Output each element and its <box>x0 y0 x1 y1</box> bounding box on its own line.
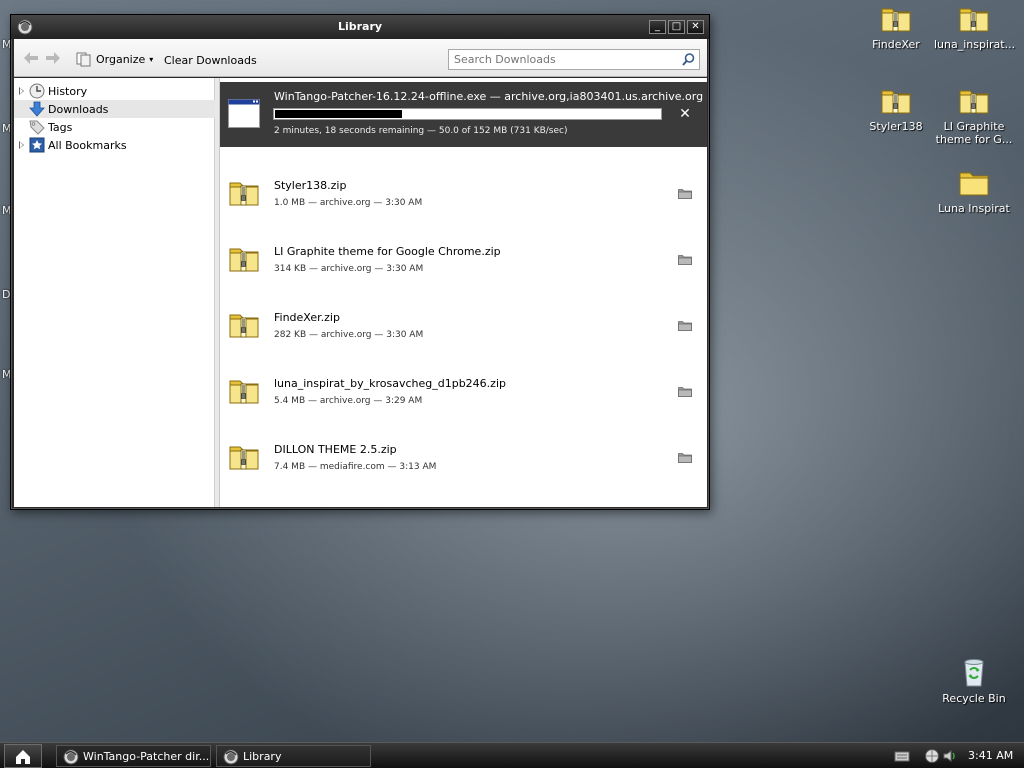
download-row[interactable]: FindeXer.zip 282 KB — archive.org — 3:30… <box>220 293 707 359</box>
download-row[interactable]: luna_inspirat_by_krosavcheg_d1pb246.zip … <box>220 359 707 425</box>
download-filename: Styler138.zip <box>274 179 347 192</box>
download-meta: 282 KB — archive.org — 3:30 AM <box>274 330 424 340</box>
cancel-download-button[interactable]: ✕ <box>678 107 692 121</box>
taskbar-button-library[interactable]: Library <box>216 745 371 767</box>
zip-folder-icon <box>958 84 990 116</box>
zip-folder-icon <box>228 176 260 208</box>
desktop-icon-label: Luna Inspirat <box>938 202 1010 215</box>
desktop-icon-label: FindeXer <box>872 38 920 51</box>
desktop-icon-label: LI Graphite theme for G... <box>935 120 1013 146</box>
zip-folder-icon <box>228 440 260 472</box>
download-meta: 5.4 MB — archive.org — 3:29 AM <box>274 396 423 406</box>
search-icon[interactable] <box>682 53 695 66</box>
expand-twisty-icon[interactable] <box>19 87 24 95</box>
download-filename: luna_inspirat_by_krosavcheg_d1pb246.zip <box>274 377 506 390</box>
desktop-icon-luna-inspirat-zip[interactable]: luna_inspirat... <box>934 2 1016 51</box>
sidebar-item-label: Downloads <box>48 103 109 116</box>
download-row[interactable]: DILLON THEME 2.5.zip 7.4 MB — mediafire.… <box>220 425 707 491</box>
minimize-button[interactable]: _ <box>649 20 666 34</box>
search-input[interactable] <box>449 50 675 69</box>
sidebar-item-downloads[interactable]: Downloads <box>14 100 215 118</box>
sidebar-item-history[interactable]: History <box>14 82 215 100</box>
download-status: 2 minutes, 18 seconds remaining — 50.0 o… <box>274 126 568 136</box>
open-folder-icon[interactable] <box>678 320 692 331</box>
active-download-row[interactable]: WinTango-Patcher-16.12.24-offline.exe — … <box>220 82 707 147</box>
taskbar-clock: 3:41 AM <box>968 749 1014 762</box>
desktop-icon-label: Styler138 <box>869 120 923 133</box>
sidebar-item-tags[interactable]: Tags <box>14 118 215 136</box>
progress-fill <box>275 110 402 118</box>
sidebar-item-label: History <box>48 85 88 98</box>
download-filename: FindeXer.zip <box>274 311 340 324</box>
desktop-icon-li-graphite[interactable]: LI Graphite theme for G... <box>934 84 1014 146</box>
taskbar-button-label: Library <box>243 750 282 763</box>
expand-twisty-icon[interactable] <box>19 141 24 149</box>
download-meta: 7.4 MB — mediafire.com — 3:13 AM <box>274 462 437 472</box>
download-row[interactable]: Styler138.zip 1.0 MB — archive.org — 3:3… <box>220 161 707 227</box>
open-folder-icon[interactable] <box>678 386 692 397</box>
folder-icon <box>958 166 990 198</box>
close-button[interactable]: ✕ <box>687 20 704 34</box>
taskbar-button-label: WinTango-Patcher dir... <box>83 750 210 763</box>
download-progress-bar <box>273 108 662 120</box>
bookmark-star-icon <box>29 137 45 153</box>
zip-folder-icon <box>880 84 912 116</box>
zip-folder-icon <box>228 308 260 340</box>
library-toolbar: Organize ▾ Clear Downloads <box>14 39 707 77</box>
maximize-button[interactable]: □ <box>668 20 685 34</box>
desktop-icon-luna-inspirat-folder[interactable]: Luna Inspirat <box>934 166 1014 215</box>
tag-icon <box>29 120 45 135</box>
download-row[interactable]: LI Graphite theme for Google Chrome.zip … <box>220 227 707 293</box>
executable-icon <box>228 99 260 128</box>
firefox-icon <box>63 749 79 765</box>
organize-label: Organize <box>96 52 146 66</box>
organize-button[interactable]: Organize ▾ <box>76 50 153 68</box>
clear-downloads-button[interactable]: Clear Downloads <box>164 54 257 67</box>
window-titlebar[interactable]: Library _ □ ✕ <box>11 15 709 39</box>
recycle-bin-icon <box>964 659 984 687</box>
zip-folder-icon <box>228 374 260 406</box>
volume-icon[interactable] <box>942 748 958 764</box>
download-meta: 314 KB — archive.org — 3:30 AM <box>274 264 424 274</box>
search-box[interactable] <box>448 49 700 70</box>
keyboard-icon[interactable] <box>894 748 910 764</box>
window-title: Library <box>337 20 383 33</box>
sidebar-item-label: All Bookmarks <box>48 139 127 152</box>
open-folder-icon[interactable] <box>678 188 692 199</box>
download-filename: DILLON THEME 2.5.zip <box>274 443 397 456</box>
firefox-icon <box>223 749 239 765</box>
desktop-icon-findexer[interactable]: FindeXer <box>856 2 936 51</box>
library-window[interactable]: Library _ □ ✕ Organize ▾ Clear Downloads <box>10 14 710 510</box>
dropdown-caret-icon: ▾ <box>149 54 154 64</box>
open-folder-icon[interactable] <box>678 452 692 463</box>
download-arrow-icon <box>29 101 45 117</box>
clock-icon <box>29 83 45 99</box>
desktop-icon-recycle-bin[interactable]: Recycle Bin <box>934 656 1014 705</box>
desktop-icon-label: luna_inspirat... <box>934 38 1016 51</box>
download-filename: LI Graphite theme for Google Chrome.zip <box>274 245 501 258</box>
network-icon[interactable] <box>924 748 940 764</box>
sidebar-item-all-bookmarks[interactable]: All Bookmarks <box>14 136 215 154</box>
desktop-icon-styler138[interactable]: Styler138 <box>856 84 936 133</box>
back-arrow-icon[interactable] <box>22 50 40 66</box>
open-folder-icon[interactable] <box>678 254 692 265</box>
zip-folder-icon <box>880 2 912 34</box>
downloads-list: WinTango-Patcher-16.12.24-offline.exe — … <box>220 78 707 507</box>
zip-folder-icon <box>958 2 990 34</box>
sidebar-item-label: Tags <box>48 121 73 134</box>
places-tree: History Downloads Tags All Bookmarks <box>14 78 215 507</box>
download-meta: 1.0 MB — archive.org — 3:30 AM <box>274 198 423 208</box>
download-filename: WinTango-Patcher-16.12.24-offline.exe — … <box>274 90 704 103</box>
taskbar-button-wintango[interactable]: WinTango-Patcher dir... <box>56 745 211 767</box>
zip-folder-icon <box>228 242 260 274</box>
organize-icon <box>76 52 91 67</box>
desktop-icon-label: Recycle Bin <box>942 692 1006 705</box>
forward-arrow-icon[interactable] <box>44 50 62 66</box>
start-button[interactable] <box>4 744 42 768</box>
taskbar: WinTango-Patcher dir... Library 3:41 AM <box>0 742 1024 768</box>
home-icon <box>16 750 30 764</box>
